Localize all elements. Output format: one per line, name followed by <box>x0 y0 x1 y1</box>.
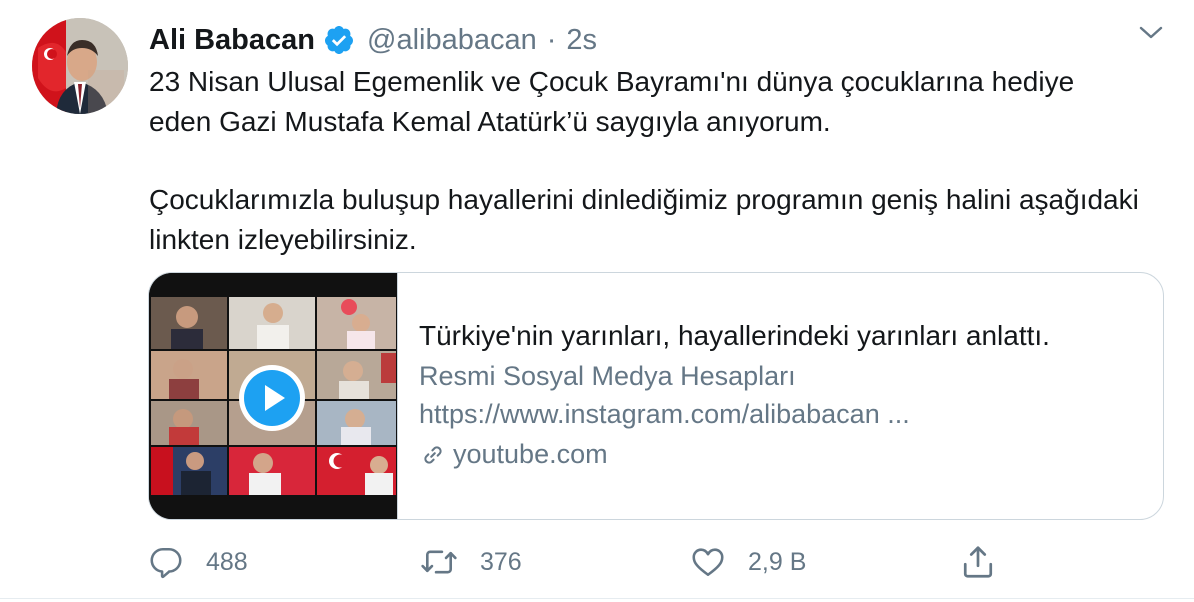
retweet-icon <box>421 550 457 574</box>
link-card-body[interactable]: Türkiye'nin yarınları, hayallerindeki ya… <box>419 317 1139 470</box>
tweet-text-line: eden Gazi Mustafa Kemal Atatürk’ü saygıy… <box>149 106 831 137</box>
tweet-text-line: linkten izleyebilirsiniz. <box>149 224 417 255</box>
tweet-actions: 488 376 2,9 B <box>0 540 1194 584</box>
like-count: 2,9 B <box>748 547 807 576</box>
separator-dot: · <box>546 23 557 56</box>
card-domain-text: youtube.com <box>453 439 608 469</box>
tweet-text: 23 Nisan Ulusal Egemenlik ve Çocuk Bayra… <box>149 62 1179 260</box>
card-description: Resmi Sosyal Medya Hesapları <box>419 361 796 391</box>
like-button[interactable]: 2,9 B <box>690 540 806 584</box>
play-button[interactable] <box>237 363 307 433</box>
tweet-text-line: Çocuklarımızla buluşup hayallerini dinle… <box>149 184 1139 215</box>
video-thumbnail[interactable] <box>149 273 398 519</box>
heart-icon <box>692 548 724 577</box>
avatar-image <box>32 18 128 114</box>
reply-button[interactable]: 488 <box>148 540 248 584</box>
display-name[interactable]: Ali Babacan <box>149 24 315 57</box>
tweet: Ali Babacan @alibabacan · 2s 23 Nisan Ul… <box>0 0 1194 602</box>
tweet-header: Ali Babacan @alibabacan · 2s <box>149 20 597 60</box>
share-icon <box>963 546 993 578</box>
verified-badge-icon <box>323 24 355 56</box>
reply-count: 488 <box>206 547 248 576</box>
handle[interactable]: @alibabacan <box>367 24 537 57</box>
share-button[interactable] <box>960 540 1018 584</box>
reply-icon <box>150 547 182 579</box>
card-domain: youtube.com <box>419 439 1139 470</box>
avatar[interactable] <box>32 18 128 114</box>
card-title: Türkiye'nin yarınları, hayallerindeki ya… <box>419 320 1050 351</box>
card-description: https://www.instagram.com/alibabacan ... <box>419 399 910 429</box>
divider <box>0 598 1194 599</box>
timestamp[interactable]: 2s <box>566 24 597 57</box>
link-icon <box>424 445 442 464</box>
chevron-down-icon[interactable] <box>1138 24 1164 42</box>
link-card[interactable]: Türkiye'nin yarınları, hayallerindeki ya… <box>148 272 1164 520</box>
play-icon <box>239 365 305 431</box>
retweet-count: 376 <box>480 547 522 576</box>
retweet-button[interactable]: 376 <box>420 540 522 584</box>
tweet-text-line: 23 Nisan Ulusal Egemenlik ve Çocuk Bayra… <box>149 66 1075 97</box>
